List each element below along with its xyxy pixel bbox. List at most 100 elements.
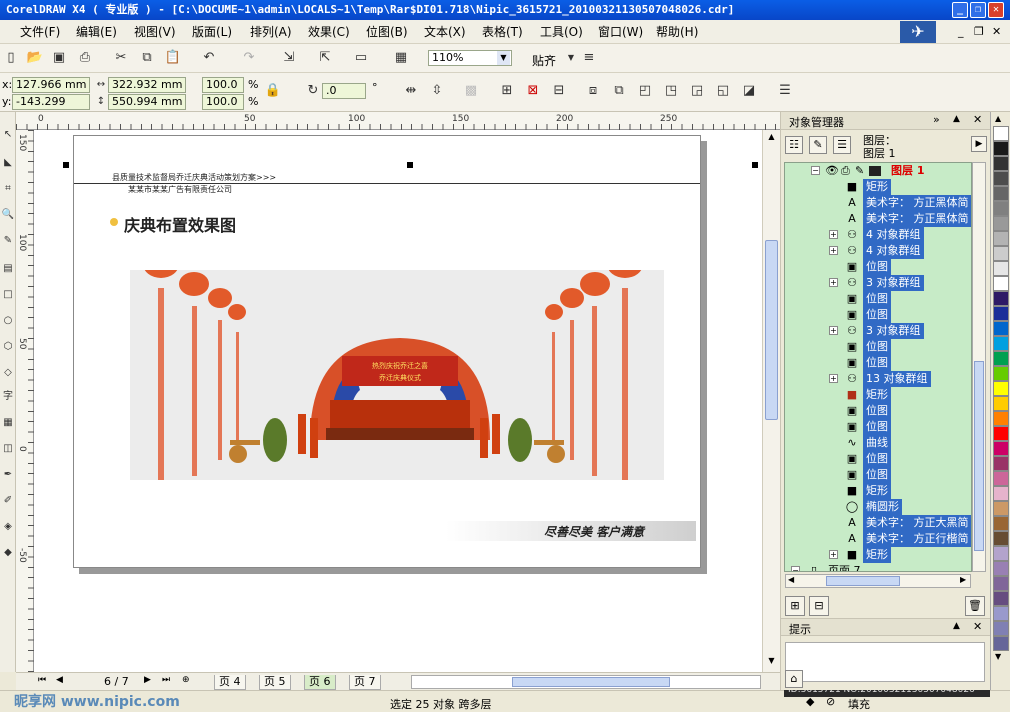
color-swatch[interactable] [993, 336, 1009, 351]
fill-tool-icon[interactable]: ◈ [1, 520, 15, 534]
color-swatch[interactable] [993, 291, 1009, 306]
collapse-icon[interactable]: − [791, 566, 800, 571]
selection-handle[interactable] [407, 162, 413, 168]
color-swatch[interactable] [993, 471, 1009, 486]
header-line-1[interactable]: 县质量技术监督局乔迁庆典活动策划方案>>> [112, 172, 276, 183]
menu-help[interactable]: 帮助(H) [656, 24, 698, 40]
horizontal-scroll-thumb[interactable] [512, 677, 670, 687]
lock-ratio-icon[interactable]: 🔒 [264, 82, 282, 100]
ungroup-all-icon[interactable]: ⊟ [550, 82, 568, 100]
tree-row[interactable]: + ⚇ 4 对象群组 [785, 243, 971, 259]
tree-row[interactable]: ■ 矩形 [785, 483, 971, 499]
tree-row[interactable]: ▣ 位图 [785, 403, 971, 419]
hints-home-icon[interactable]: ⌂ [785, 670, 803, 688]
horizontal-ruler[interactable]: 0 50 100 150 200 250 [16, 112, 780, 130]
menu-file[interactable]: 文件(F) [20, 24, 60, 40]
color-swatch[interactable] [993, 621, 1009, 636]
tree-row[interactable]: ▣ 位图 [785, 451, 971, 467]
tree-row[interactable]: ▣ 位图 [785, 259, 971, 275]
show-properties-icon[interactable]: ☷ [785, 136, 803, 154]
celebration-bitmap[interactable]: 热烈庆祝乔迁之喜 乔迁庆典仪式 [130, 250, 664, 488]
rotation-field[interactable]: .0 [322, 83, 366, 99]
color-swatch[interactable] [993, 306, 1009, 321]
color-swatch[interactable] [993, 426, 1009, 441]
menu-bitmaps[interactable]: 位图(B) [366, 24, 408, 40]
tree-row[interactable]: ◯ 椭圆形 [785, 499, 971, 515]
color-swatch[interactable] [993, 636, 1009, 651]
delete-icon[interactable]: 🗑 [965, 596, 985, 616]
color-swatch[interactable] [993, 156, 1009, 171]
new-layer-icon[interactable]: ⊞ [785, 596, 805, 616]
last-page-icon[interactable]: ⏭ [162, 675, 170, 685]
color-swatch[interactable] [993, 576, 1009, 591]
prev-page-icon[interactable]: ◀ [56, 675, 63, 685]
menu-text[interactable]: 文本(X) [424, 24, 466, 40]
color-swatch[interactable] [993, 531, 1009, 546]
snap-dropdown-icon[interactable]: ▼ [562, 49, 580, 67]
group-icon[interactable]: ⊞ [498, 82, 516, 100]
x-position-field[interactable]: 127.966 mm [12, 77, 90, 93]
color-swatch[interactable] [993, 606, 1009, 621]
color-swatch[interactable] [993, 411, 1009, 426]
tree-row[interactable]: ▣ 位图 [785, 355, 971, 371]
front-minus-back-icon[interactable]: ◱ [714, 82, 732, 100]
rectangle-tool-icon[interactable]: □ [1, 288, 15, 302]
tab-page-6[interactable]: 页 6 [304, 675, 336, 690]
bullet-ellipse[interactable] [110, 218, 118, 226]
tree-row[interactable]: ∿ 曲线 [785, 435, 971, 451]
horizontal-scrollbar[interactable] [411, 675, 761, 689]
application-launcher-icon[interactable]: ▭ [352, 49, 370, 67]
footer-slogan[interactable]: 尽善尽美 客户满意 [544, 523, 644, 540]
copy-icon[interactable]: ⧉ [138, 49, 156, 67]
tree-row[interactable]: ▣ 位图 [785, 307, 971, 323]
doc-close-button[interactable]: ✕ [992, 25, 1001, 38]
color-swatch[interactable] [993, 126, 1009, 141]
layer-manager-view-icon[interactable]: ☰ [833, 136, 851, 154]
header-line-2[interactable]: 某某市某某广告有限责任公司 [128, 184, 232, 195]
selection-handle[interactable] [752, 162, 758, 168]
color-swatch[interactable] [993, 486, 1009, 501]
tree-row[interactable]: ▣ 位图 [785, 419, 971, 435]
editable-pencil-icon[interactable]: ✎ [855, 163, 864, 179]
collapse-icon[interactable]: − [811, 166, 820, 175]
scroll-left-icon[interactable]: ◀ [788, 575, 794, 584]
vertical-scroll-thumb[interactable] [765, 240, 778, 420]
printable-icon[interactable]: ⎙ [841, 163, 850, 179]
print-icon[interactable]: ⎙ [76, 49, 94, 67]
shape-tool-icon[interactable]: ◣ [1, 156, 15, 170]
docker-close-icon[interactable]: ✕ [973, 113, 982, 126]
hints-close-icon[interactable]: ✕ [973, 620, 982, 633]
add-page-icon[interactable]: ⊕ [182, 675, 190, 685]
color-swatch[interactable] [993, 546, 1009, 561]
tree-row[interactable]: + ⚇ 3 对象群组 [785, 323, 971, 339]
tree-row[interactable]: ■ 矩形 [785, 387, 971, 403]
align-distribute-icon[interactable]: ☰ [776, 82, 794, 100]
menu-view[interactable]: 视图(V) [134, 24, 176, 40]
interactive-fill-icon[interactable]: ◆ [1, 546, 15, 560]
tree-row[interactable]: A 美术字： 方正黑体简 [785, 195, 971, 211]
palette-scroll-up-icon[interactable]: ▲ [995, 114, 1001, 123]
color-swatch[interactable] [993, 141, 1009, 156]
docker-menu-icon[interactable]: ▶ [971, 136, 987, 152]
close-button[interactable]: ✕ [988, 2, 1004, 18]
tree-row[interactable]: A 美术字： 方正大黑简 [785, 515, 971, 531]
tree-row[interactable]: A 美术字： 方正行楷简 [785, 531, 971, 547]
new-icon[interactable]: ▯ [2, 49, 20, 67]
menu-edit[interactable]: 编辑(E) [76, 24, 117, 40]
color-swatch[interactable] [993, 216, 1009, 231]
scroll-down-icon[interactable]: ▼ [765, 656, 778, 668]
scroll-right-icon[interactable]: ▶ [960, 575, 966, 584]
color-swatch[interactable] [993, 201, 1009, 216]
tree-row[interactable]: + ⚇ 13 对象群组 [785, 371, 971, 387]
tree-row[interactable]: ■ 矩形 [785, 179, 971, 195]
doc-restore-button[interactable]: ❐ [974, 25, 984, 38]
tree-row[interactable]: A 美术字： 方正黑体简 [785, 211, 971, 227]
hints-roll-up-icon[interactable]: ▲ [953, 621, 960, 631]
color-swatch[interactable] [993, 591, 1009, 606]
save-icon[interactable]: ▣ [50, 49, 68, 67]
zoom-tool-icon[interactable]: 🔍 [1, 208, 15, 222]
tree-row[interactable]: ▣ 位图 [785, 339, 971, 355]
expand-icon[interactable]: + [829, 326, 838, 335]
crop-tool-icon[interactable]: ⌗ [1, 182, 15, 196]
drawing-canvas[interactable]: 县质量技术监督局乔迁庆典活动策划方案>>> 某某市某某广告有限责任公司 庆典布置… [34, 130, 762, 672]
